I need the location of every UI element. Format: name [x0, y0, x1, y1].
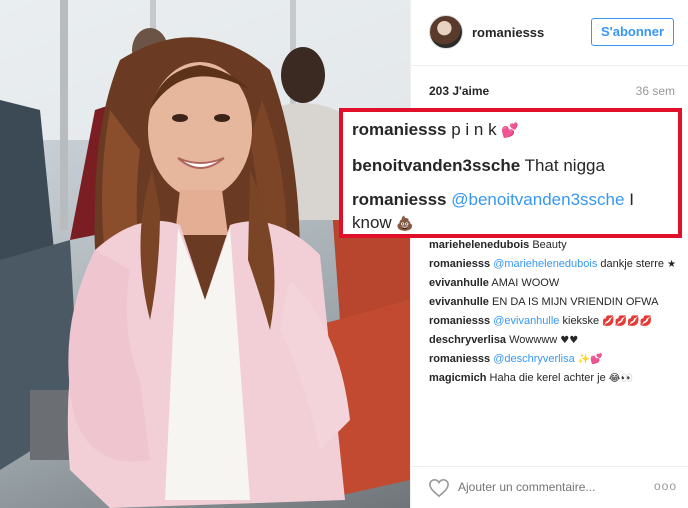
- highlighted-comment: benoitvanden3ssche That nigga: [352, 154, 670, 177]
- post-side-panel: romaniesss S'abonner 203 J'aime 36 sem m…: [410, 0, 688, 508]
- comment-item: deschryverlisa Wowwww ♥♥: [429, 333, 679, 348]
- comment-item: romaniesss @mariehelenedubois dankje ste…: [429, 257, 679, 272]
- sparkle-heart-emoji-icon: ✨💕: [577, 354, 603, 365]
- comment-user[interactable]: romaniesss: [429, 353, 490, 365]
- comment-mention[interactable]: @benoitvanden3ssche: [451, 190, 624, 209]
- comment-mention[interactable]: @evivanhulle: [493, 315, 559, 327]
- highlighted-comment: romaniesss @benoitvanden3ssche I know 💩: [352, 188, 670, 236]
- comment-text: kiekske: [562, 315, 600, 327]
- comment-user[interactable]: mariehelenedubois: [429, 239, 529, 251]
- comment-item: evivanhulle AMAI WOOW: [429, 276, 679, 291]
- more-options-button[interactable]: ooo: [654, 479, 677, 493]
- comment-user[interactable]: deschryverlisa: [429, 334, 506, 346]
- comment-user[interactable]: romaniesss: [352, 190, 447, 209]
- like-heart-icon[interactable]: [428, 478, 450, 498]
- comments-list: mariehelenedubois Beauty romaniesss @mar…: [429, 238, 679, 390]
- add-comment-input[interactable]: [458, 480, 638, 494]
- comment-item: mariehelenedubois Beauty: [429, 238, 679, 253]
- post-stats: 203 J'aime 36 sem: [429, 84, 675, 102]
- comment-item: magicmich Haha die kerel achter je 😂👀: [429, 371, 679, 386]
- comment-footer: ooo: [411, 466, 688, 508]
- post-photo[interactable]: [0, 0, 410, 508]
- comment-item: evivanhulle EN DA IS MIJN VRIENDIN OFWA: [429, 295, 679, 310]
- comment-user[interactable]: romaniesss: [429, 315, 490, 327]
- post-photo-illustration: [0, 0, 410, 508]
- comment-user[interactable]: romaniesss: [429, 258, 490, 270]
- comment-text: dankje sterre: [600, 258, 664, 270]
- comment-user[interactable]: evivanhulle: [429, 296, 489, 308]
- comment-text: That nigga: [524, 156, 605, 175]
- comment-item: romaniesss @deschryverlisa ✨💕: [429, 352, 679, 367]
- kiss-emoji-icon: 💋💋💋💋: [602, 316, 653, 327]
- comment-text: Wowwww: [509, 334, 558, 346]
- two-hearts-emoji-icon: 💕: [501, 123, 519, 139]
- comment-text: Haha die kerel achter je: [489, 372, 606, 384]
- post-username[interactable]: romaniesss: [472, 25, 544, 40]
- post-time[interactable]: 36 sem: [636, 84, 675, 98]
- comment-text: Beauty: [532, 239, 567, 251]
- poop-emoji-icon: 💩: [396, 216, 414, 232]
- heart-emoji-icon: ♥♥: [560, 335, 579, 346]
- comment-text: p i n k: [451, 120, 497, 139]
- comment-user[interactable]: romaniesss: [352, 120, 447, 139]
- star-emoji-icon: ★: [667, 259, 677, 270]
- avatar[interactable]: [429, 15, 463, 49]
- comment-user[interactable]: magicmich: [429, 372, 486, 384]
- comment-item: romaniesss @evivanhulle kiekske 💋💋💋💋: [429, 314, 679, 329]
- post-header: romaniesss S'abonner: [411, 0, 688, 66]
- likes-count[interactable]: 203 J'aime: [429, 84, 489, 98]
- comment-user[interactable]: evivanhulle: [429, 277, 489, 289]
- follow-button[interactable]: S'abonner: [591, 18, 674, 46]
- comment-user[interactable]: benoitvanden3ssche: [352, 156, 520, 175]
- highlighted-comments-box: romaniesss p i n k 💕 benoitvanden3ssche …: [339, 108, 682, 238]
- comment-text: EN DA IS MIJN VRIENDIN OFWA: [491, 296, 659, 308]
- laugh-eyes-emoji-icon: 😂👀: [608, 373, 633, 384]
- comment-text: AMAI WOOW: [491, 277, 560, 289]
- highlighted-comment: romaniesss p i n k 💕: [352, 118, 670, 143]
- comment-mention[interactable]: @deschryverlisa: [493, 353, 574, 365]
- comment-mention[interactable]: @mariehelenedubois: [493, 258, 597, 270]
